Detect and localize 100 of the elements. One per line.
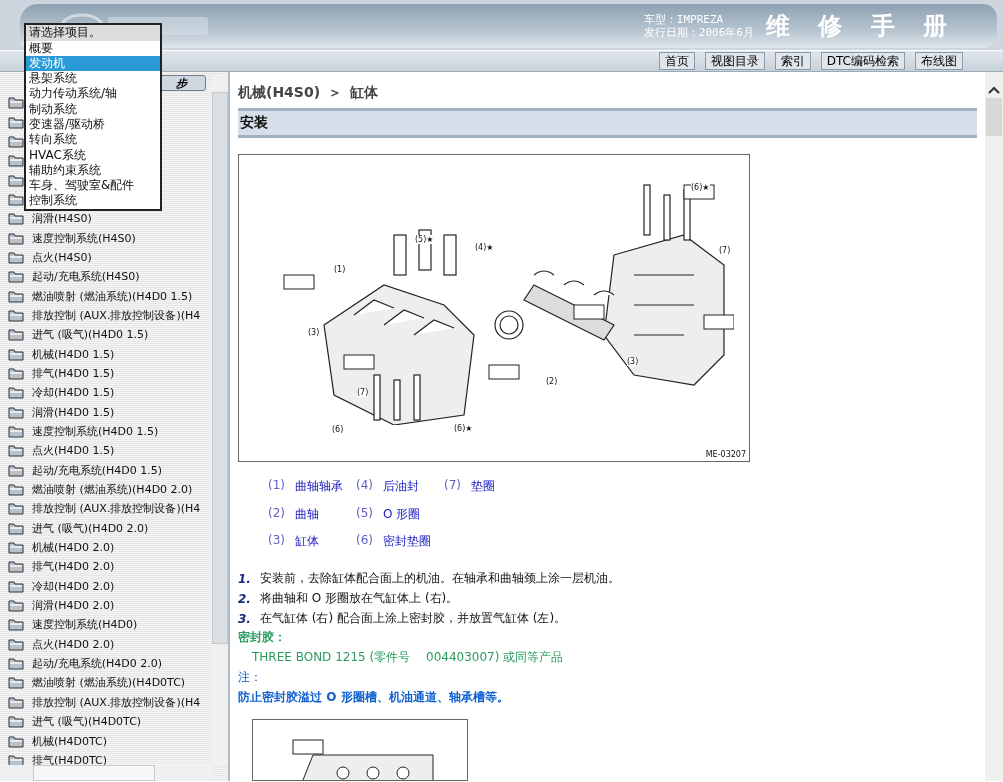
folder-icon — [8, 599, 24, 613]
nav-button[interactable]: DTC编码检索 — [820, 52, 905, 70]
nav-button[interactable]: 视图目录 — [704, 52, 765, 70]
folder-icon — [8, 637, 24, 651]
tree-item[interactable]: 点火(H4D0 2.0) — [32, 636, 115, 652]
legend-link[interactable]: 密封垫圈 — [383, 533, 431, 561]
folder-icon — [8, 115, 24, 129]
tree-item[interactable]: 冷却(H4D0 1.5) — [32, 385, 115, 401]
dropdown-option[interactable]: HVAC系统 — [26, 147, 160, 163]
callout-label: (3) — [308, 328, 320, 337]
tree-item[interactable]: 进气 (吸气)(H4D0 1.5) — [32, 327, 149, 343]
tree-item[interactable]: 润滑(H4S0) — [32, 211, 92, 227]
folder-icon — [8, 734, 24, 748]
folder-icon — [8, 173, 24, 187]
tree-item[interactable]: 润滑(H4D0 1.5) — [32, 404, 115, 420]
step-text: 在气缸体 (右) 配合面上涂上密封胶，并放置气缸体 (左)。 — [260, 610, 567, 627]
legend-link[interactable]: O 形圈 — [383, 505, 421, 533]
nav-button[interactable]: 布线图 — [915, 52, 963, 70]
nav-button[interactable]: 首页 — [658, 52, 695, 70]
tree-item[interactable]: 机械(H4D0TC) — [32, 733, 108, 749]
callout-label: (6)★ — [691, 183, 710, 192]
folder-icon — [8, 425, 24, 438]
folder-icon — [8, 308, 24, 322]
breadcrumb-item: 缸体 — [350, 84, 379, 102]
tree-item[interactable]: 进气 (吸气)(H4D0TC) — [32, 714, 142, 730]
folder-icon — [8, 154, 24, 168]
tree-item[interactable]: 排放控制 (AUX.排放控制设备)(H4 — [32, 307, 201, 323]
callout-label: (7) — [357, 388, 369, 397]
dropdown-option[interactable]: 概要 — [26, 40, 160, 56]
tree-item[interactable]: 燃油喷射 (燃油系统)(H4D0 1.5) — [32, 288, 193, 304]
tree-item[interactable]: 起动/充电系统(H4S0) — [32, 269, 140, 285]
tree-item[interactable]: 燃油喷射 (燃油系统)(H4D0TC) — [32, 675, 186, 691]
tree-item[interactable]: 速度控制系统(H4D0 1.5) — [32, 424, 159, 439]
folder-icon — [8, 695, 24, 709]
tree-item[interactable]: 点火(H4S0) — [32, 249, 92, 265]
tree-item[interactable]: 排放控制 (AUX.排放控制设备)(H4 — [32, 694, 201, 710]
callout-label: (3) — [627, 357, 639, 366]
scrollbar-thumb[interactable] — [986, 98, 1002, 136]
tree-item[interactable]: 机械(H4D0 2.0) — [32, 540, 115, 556]
folder-icon — [8, 579, 24, 593]
folder-icon — [8, 212, 24, 226]
legend-link[interactable]: 垫圈 — [471, 478, 495, 506]
nav-button[interactable]: 索引 — [774, 52, 811, 70]
legend-link[interactable]: 曲轴轴承 — [295, 478, 343, 506]
callout-label: (1) — [334, 265, 346, 274]
legend-number: (3) — [268, 533, 285, 549]
tree-item[interactable]: 冷却(H4D0 2.0) — [32, 578, 115, 594]
callout-label: (7) — [719, 246, 731, 255]
tree-item[interactable]: 速度控制系统(H4D0) — [32, 617, 138, 633]
folder-icon — [8, 250, 24, 264]
folder-icon — [8, 192, 24, 206]
folder-icon — [8, 463, 24, 477]
tree-item[interactable]: 速度控制系统(H4S0) — [32, 230, 136, 246]
tree-item[interactable]: 起动/充电系统(H4D0 1.5) — [32, 462, 163, 478]
tree-item[interactable]: 润滑(H4D0 2.0) — [32, 598, 115, 614]
folder-icon — [8, 715, 24, 729]
callout-label: (6)★ — [454, 424, 473, 433]
callout-label: (5)★ — [415, 235, 434, 244]
scrollbar-thumb[interactable] — [33, 765, 155, 781]
tree-item[interactable]: 机械(H4D0 1.5) — [32, 346, 115, 362]
folder-icon — [8, 444, 24, 458]
legend-link[interactable]: 缸体 — [295, 533, 319, 561]
scroll-up-icon[interactable] — [988, 86, 1000, 94]
legend-number: (1) — [268, 478, 285, 494]
dropdown-option[interactable]: 转向系统 — [26, 132, 160, 148]
manual-title: 维 修 手 册 — [765, 11, 957, 42]
dropdown-option[interactable]: 控制系统 — [26, 193, 160, 209]
folder-icon — [8, 560, 24, 574]
folder-icon — [8, 521, 24, 535]
scrollbar-thumb[interactable] — [212, 92, 228, 644]
tree-item[interactable]: 燃油喷射 (燃油系统)(H4D0 2.0) — [32, 482, 193, 498]
dropdown-option[interactable]: 辅助约束系统 — [26, 162, 160, 179]
tree-item[interactable]: 排放控制 (AUX.排放控制设备)(H4 — [32, 501, 201, 517]
tree-item[interactable]: 排气(H4D0 2.0) — [32, 559, 115, 575]
breadcrumb-item: 机械(H4S0) — [238, 84, 321, 102]
legend-link[interactable]: 后油封 — [383, 478, 419, 506]
legend-link[interactable]: 曲轴 — [295, 505, 319, 533]
dropdown-option[interactable]: 车身、驾驶室&配件 — [26, 178, 160, 194]
callout-label: (2) — [546, 377, 558, 386]
legend-number: (5) — [356, 505, 373, 522]
tree-item[interactable]: 排气(H4D0TC) — [32, 752, 108, 768]
tree-item[interactable]: 进气 (吸气)(H4D0 2.0) — [32, 520, 149, 536]
tree-item[interactable]: 排气(H4D0 1.5) — [32, 366, 115, 381]
step-number: 3. — [238, 611, 252, 626]
release-date: 发行日期：2006年6月 — [643, 26, 754, 39]
folder-icon — [8, 367, 24, 380]
callout-label: (6) — [332, 425, 344, 434]
folder-icon — [8, 386, 24, 400]
dropdown-option[interactable]: 变速器/驱动桥 — [26, 117, 160, 133]
horizontal-scrollbar[interactable] — [0, 765, 214, 781]
dropdown-option[interactable]: 制动系统 — [26, 101, 160, 117]
folder-icon — [8, 328, 24, 342]
legend-number: (2) — [268, 505, 285, 522]
note-text: 防止密封胶溢过 O 形圈槽、机油通道、轴承槽等。 — [238, 688, 510, 706]
tree-item[interactable]: 起动/充电系统(H4D0 2.0) — [32, 656, 163, 672]
tree-item[interactable]: 点火(H4D0 1.5) — [32, 443, 115, 459]
folder-icon — [8, 657, 24, 671]
folder-icon — [8, 676, 24, 690]
dropdown-prompt[interactable]: 请选择项目。 — [26, 25, 160, 41]
note-label: 注： — [238, 668, 263, 686]
